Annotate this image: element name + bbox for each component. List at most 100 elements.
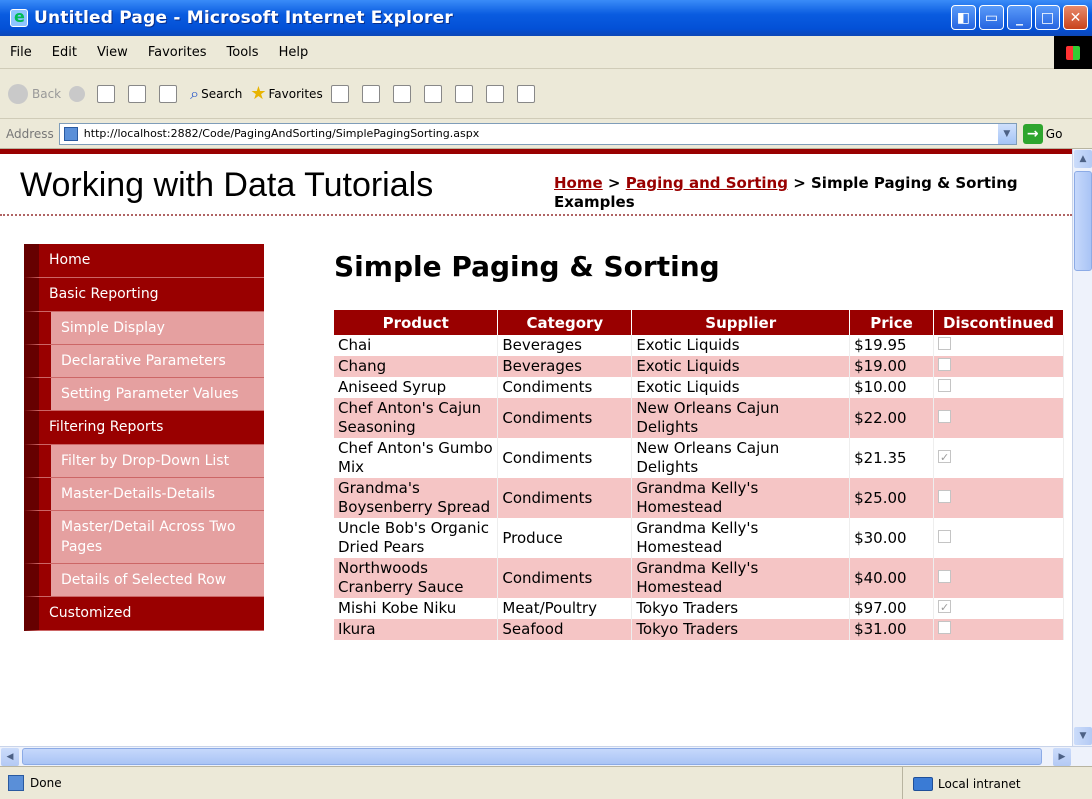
vertical-scroll-thumb[interactable] [1074, 171, 1092, 271]
cell-price: $10.00 [849, 377, 935, 398]
nav-subitem[interactable]: Details of Selected Row [24, 564, 264, 597]
stop-button[interactable] [97, 84, 120, 103]
close-button[interactable]: ✕ [1063, 5, 1088, 30]
nav-subitem[interactable]: Declarative Parameters [24, 345, 264, 378]
scroll-left-icon[interactable]: ◀ [1, 748, 19, 766]
table-row: Mishi Kobe Niku Meat/Poultry Tokyo Traders… [334, 598, 1064, 619]
chevron-down-icon[interactable]: ▼ [997, 123, 1016, 144]
history-button[interactable] [330, 84, 354, 103]
home-button[interactable] [159, 84, 182, 103]
address-input[interactable]: http://localhost:2882/Code/PagingAndSort… [58, 122, 1017, 145]
mail-button[interactable] [361, 84, 385, 103]
cell-discontinued [933, 598, 1064, 619]
favorites-button[interactable]: ★ Favorites [250, 83, 322, 104]
nav-subitem[interactable]: Setting Parameter Values [24, 378, 264, 411]
window-controls: ◧ ▭ _ □ ✕ [951, 5, 1088, 30]
nav-subitem[interactable]: Simple Display [24, 312, 264, 345]
menu-tools[interactable]: Tools [217, 45, 269, 60]
cell-discontinued [933, 558, 1064, 598]
cell-product: Ikura [334, 619, 499, 640]
nav-item-home[interactable]: Home [24, 244, 264, 278]
discontinued-checkbox [938, 598, 952, 617]
address-label: Address [6, 126, 54, 141]
cell-price: $97.00 [849, 598, 935, 619]
back-button[interactable]: Back [8, 83, 61, 104]
cell-product: Chai [334, 335, 499, 356]
scroll-down-icon[interactable]: ▼ [1074, 727, 1092, 745]
breadcrumb-home-link[interactable]: Home [554, 174, 603, 192]
cell-category: Condiments [497, 558, 633, 598]
tools-button[interactable] [516, 84, 540, 103]
messenger-button[interactable] [485, 84, 509, 103]
nav-subitem-label: Setting Parameter Values [39, 378, 264, 410]
cell-supplier: Grandma Kelly's Homestead [631, 478, 851, 518]
cell-price: $40.00 [849, 558, 935, 598]
menu-view[interactable]: View [87, 45, 138, 60]
discontinued-checkbox [938, 569, 952, 583]
nav-subitem[interactable]: Master-Details-Details [24, 478, 264, 511]
print-button[interactable] [392, 84, 416, 103]
forward-arrow-icon [69, 85, 86, 102]
table-row: Chang Beverages Exotic Liquids $19.00 [334, 356, 1064, 377]
horizontal-scrollbar[interactable]: ◀ ▶ [0, 746, 1092, 766]
menu-help[interactable]: Help [269, 45, 319, 60]
folder-button[interactable] [454, 84, 478, 103]
scroll-right-icon[interactable]: ▶ [1053, 748, 1071, 766]
security-zone: Local intranet [902, 767, 1092, 799]
discontinued-checkbox [938, 409, 952, 423]
tile-icon[interactable]: ▭ [979, 5, 1004, 30]
edit-icon [423, 84, 442, 103]
cell-discontinued [933, 518, 1064, 558]
history-icon [330, 84, 349, 103]
maximize-button[interactable]: □ [1035, 5, 1060, 30]
breadcrumb-section-link[interactable]: Paging and Sorting [626, 174, 788, 192]
cell-category: Beverages [497, 335, 633, 356]
go-button[interactable]: → Go [1022, 123, 1062, 144]
search-button[interactable]: ⌕ Search [190, 84, 242, 104]
breadcrumb: Home > Paging and Sorting > Simple Pagin… [554, 174, 1054, 212]
column-header-discontinued[interactable]: Discontinued [933, 310, 1064, 335]
print-icon [392, 84, 411, 103]
home-icon [159, 84, 178, 103]
column-header-category[interactable]: Category [497, 310, 633, 335]
nav-item-basic-reporting[interactable]: Basic Reporting [24, 278, 264, 312]
cell-product: Chef Anton's Gumbo Mix [334, 438, 499, 478]
menu-file[interactable]: File [0, 45, 42, 60]
forward-button[interactable] [69, 85, 89, 102]
back-arrow-icon [8, 83, 28, 104]
table-row: Ikura Seafood Tokyo Traders $31.00 [334, 619, 1064, 640]
favorites-star-icon: ★ [250, 83, 267, 104]
cell-supplier: Grandma Kelly's Homestead [631, 558, 851, 598]
toolbar: Back ⌕ Search ★ Favorites [0, 69, 1092, 119]
nav-item-customized[interactable]: Customized [24, 597, 264, 631]
cell-discontinued [933, 335, 1064, 356]
cell-supplier: New Orleans Cajun Delights [631, 438, 851, 478]
cell-category: Condiments [497, 438, 633, 478]
table-row: Uncle Bob's Organic Dried Pears Produce Gr… [334, 518, 1064, 558]
menu-edit[interactable]: Edit [42, 45, 87, 60]
menu-favorites[interactable]: Favorites [138, 45, 217, 60]
cell-category: Meat/Poultry [497, 598, 633, 619]
cell-product: Grandma's Boysenberry Spread [334, 478, 499, 518]
column-header-price[interactable]: Price [849, 310, 935, 335]
discontinued-checkbox [938, 489, 952, 503]
minimize-button[interactable]: _ [1007, 5, 1032, 30]
stop-icon [97, 84, 116, 103]
column-header-supplier[interactable]: Supplier [631, 310, 851, 335]
restore-icon[interactable]: ◧ [951, 5, 976, 30]
scroll-up-icon[interactable]: ▲ [1074, 150, 1092, 168]
cell-discontinued [933, 478, 1064, 518]
cell-price: $25.00 [849, 478, 935, 518]
status-bar: Done Local intranet [0, 766, 1092, 799]
page-viewport: Working with Data Tutorials Home > Pagin… [0, 149, 1072, 746]
nav-subitem[interactable]: Master/Detail Across Two Pages [24, 511, 264, 564]
refresh-button[interactable] [128, 84, 151, 103]
horizontal-scroll-thumb[interactable] [22, 748, 1042, 765]
column-header-product[interactable]: Product [334, 310, 499, 335]
edit-button[interactable] [423, 84, 447, 103]
nav-item-filtering-reports[interactable]: Filtering Reports [24, 411, 264, 445]
site-title: Working with Data Tutorials [20, 166, 434, 204]
cell-discontinued [933, 356, 1064, 377]
vertical-scrollbar[interactable]: ▲ ▼ [1072, 149, 1092, 746]
nav-subitem[interactable]: Filter by Drop-Down List [24, 445, 264, 478]
